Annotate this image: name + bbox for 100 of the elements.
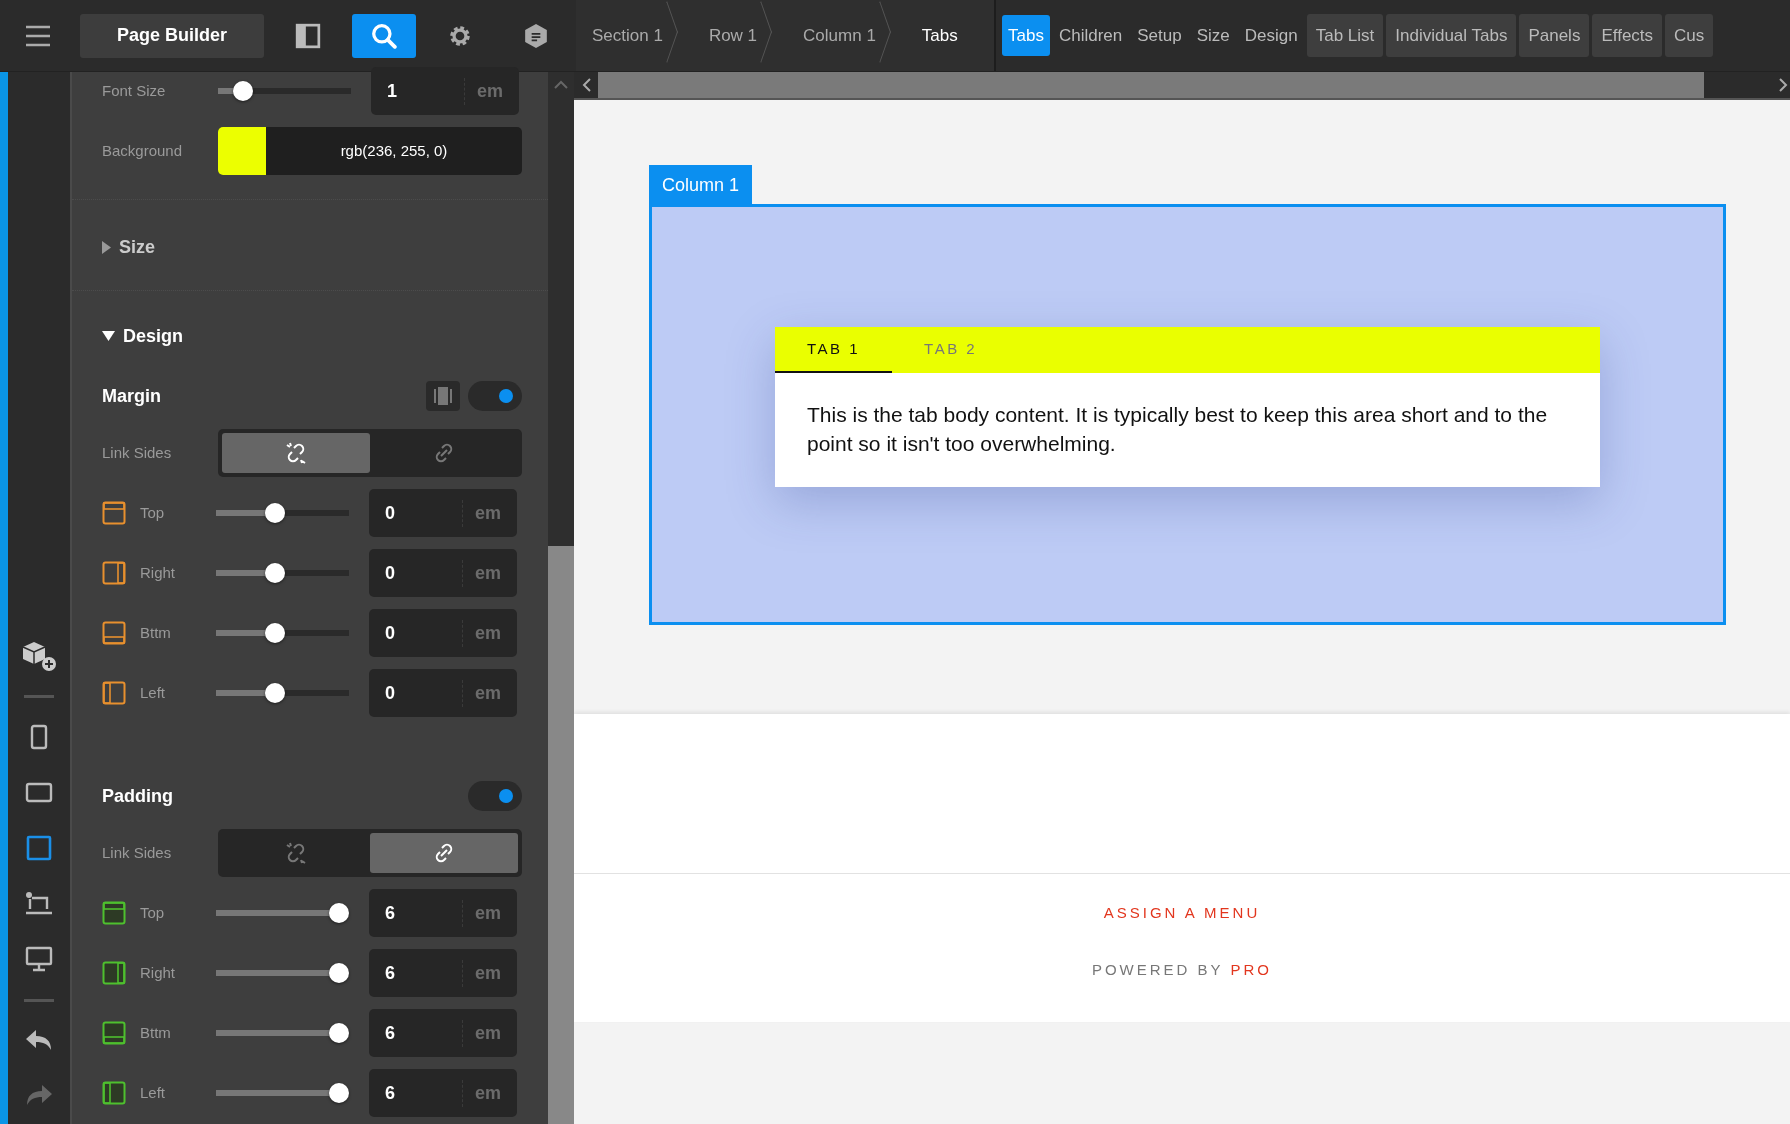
unit-label: em [462,499,501,527]
number-field[interactable]: 6 em [369,949,517,997]
side-icon [102,561,126,585]
search-icon [371,22,397,49]
assign-menu-link[interactable]: ASSIGN A MENU [1103,902,1261,925]
side-icon [102,501,126,525]
number-field[interactable]: 0 em [369,669,517,717]
group-title: Margin [102,384,161,408]
number-field[interactable]: 0 em [369,489,517,537]
inspector-tab[interactable]: Tab List [1306,13,1384,58]
color-swatch[interactable] [218,127,266,175]
slider-thumb[interactable] [329,1083,349,1103]
page-builder-button[interactable]: Page Builder [80,13,264,58]
slider-thumb[interactable] [329,903,349,923]
inspector-tab[interactable]: Panels [1519,13,1590,58]
slider-thumb[interactable] [264,503,285,523]
inspector-tab[interactable]: Effects [1592,13,1663,58]
section-header[interactable]: Design [102,313,183,359]
field-label: Link Sides [102,842,173,863]
field-value: 1 [387,79,397,103]
content-tab[interactable]: TAB 2 [892,327,1010,373]
field-value: 0 [385,681,395,705]
slider-thumb[interactable] [264,623,285,643]
toolbar-button[interactable] [352,13,416,58]
unlink-icon [285,842,307,864]
unit-label: em [462,559,501,587]
unit-label: em [462,959,501,987]
link-icon [433,442,455,464]
number-field[interactable]: 6 em [369,1009,517,1057]
field-value: 6 [385,961,395,985]
side-icon [102,681,126,705]
unit-label: em [462,1079,501,1107]
field-label: Link Sides [102,442,173,463]
breadcrumb-link[interactable]: Tabs [905,0,988,71]
slider-thumb[interactable] [329,1023,349,1043]
side-icon [102,961,126,985]
number-field[interactable]: 1 em [371,67,519,115]
scroll-up-icon[interactable] [554,80,568,89]
unlink-icon [285,442,307,464]
number-field[interactable]: 0 em [369,549,517,597]
side-label: Bttm [140,622,172,643]
cube-plus-icon [21,639,57,672]
scrollbar-thumb[interactable] [548,546,574,1124]
breadcrumb-link[interactable]: Section 1 [576,0,693,71]
content-tab[interactable]: TAB 1 [775,327,893,373]
section-header[interactable]: Size [102,224,156,270]
side-icon [102,1021,126,1045]
bars-icon [433,387,453,405]
color-field[interactable]: rgb(236, 255, 0) [218,127,522,175]
inspector-tab[interactable]: Size [1190,14,1236,57]
side-label: Right [140,562,177,583]
unit-label: em [464,77,503,105]
horizontal-scrollbar[interactable] [574,72,1790,100]
number-field[interactable]: 6 em [369,889,517,937]
auto-margin-button[interactable] [426,381,460,411]
breadcrumb-link[interactable]: Column 1 [787,0,906,71]
inspector-tab[interactable]: Cus [1665,13,1714,58]
unit-label: em [462,1019,501,1047]
field-value: 0 [385,621,395,645]
number-field[interactable]: 6 em [369,1069,517,1117]
field-value: 0 [385,561,395,585]
side-label: Right [140,962,177,983]
tab-body-text: This is the tab body content. It is typically best to keep this area short and to the point so it isn't too overwhelming. [806,402,1549,458]
inspector-tab[interactable]: Children [1052,14,1129,57]
menu-icon [25,24,51,47]
unit-label: em [462,619,501,647]
inspector-tab[interactable]: Design [1238,14,1304,57]
side-icon [102,901,126,925]
breadcrumb-link[interactable]: Row 1 [692,0,788,71]
toggle-switch[interactable] [468,381,522,411]
slider-thumb[interactable] [264,683,285,703]
side-icon [102,621,126,645]
side-label: Left [140,682,167,703]
caret-down-icon [102,331,115,341]
inspector-tab[interactable]: Setup [1131,14,1188,57]
number-field[interactable]: 0 em [369,609,517,657]
layout-icon [295,22,321,49]
field-value: 6 [385,901,395,925]
side-label: Top [140,502,166,523]
field-value: 6 [385,1021,395,1045]
slider-thumb[interactable] [232,81,253,101]
side-label: Bttm [140,1022,172,1043]
link-icon [433,842,455,864]
unit-label: em [462,899,501,927]
slider-thumb[interactable] [329,963,349,983]
toggle-switch[interactable] [468,781,522,811]
side-label: Top [140,902,166,923]
hexagon-icon [523,22,549,49]
caret-right-icon [102,240,111,254]
field-label: Background [102,140,184,161]
slider-thumb[interactable] [264,563,285,583]
field-value: 6 [385,1081,395,1105]
inspector-tab[interactable]: Individual Tabs [1386,13,1517,58]
side-label: Left [140,1082,167,1103]
scroll-left-icon[interactable] [581,78,591,92]
group-title: Padding [102,784,173,808]
field-value: 0 [385,501,395,525]
brand-link[interactable]: PRO [1230,960,1273,978]
scroll-right-icon[interactable] [1779,78,1788,92]
powered-by-text: POWERED BY [1091,960,1224,978]
